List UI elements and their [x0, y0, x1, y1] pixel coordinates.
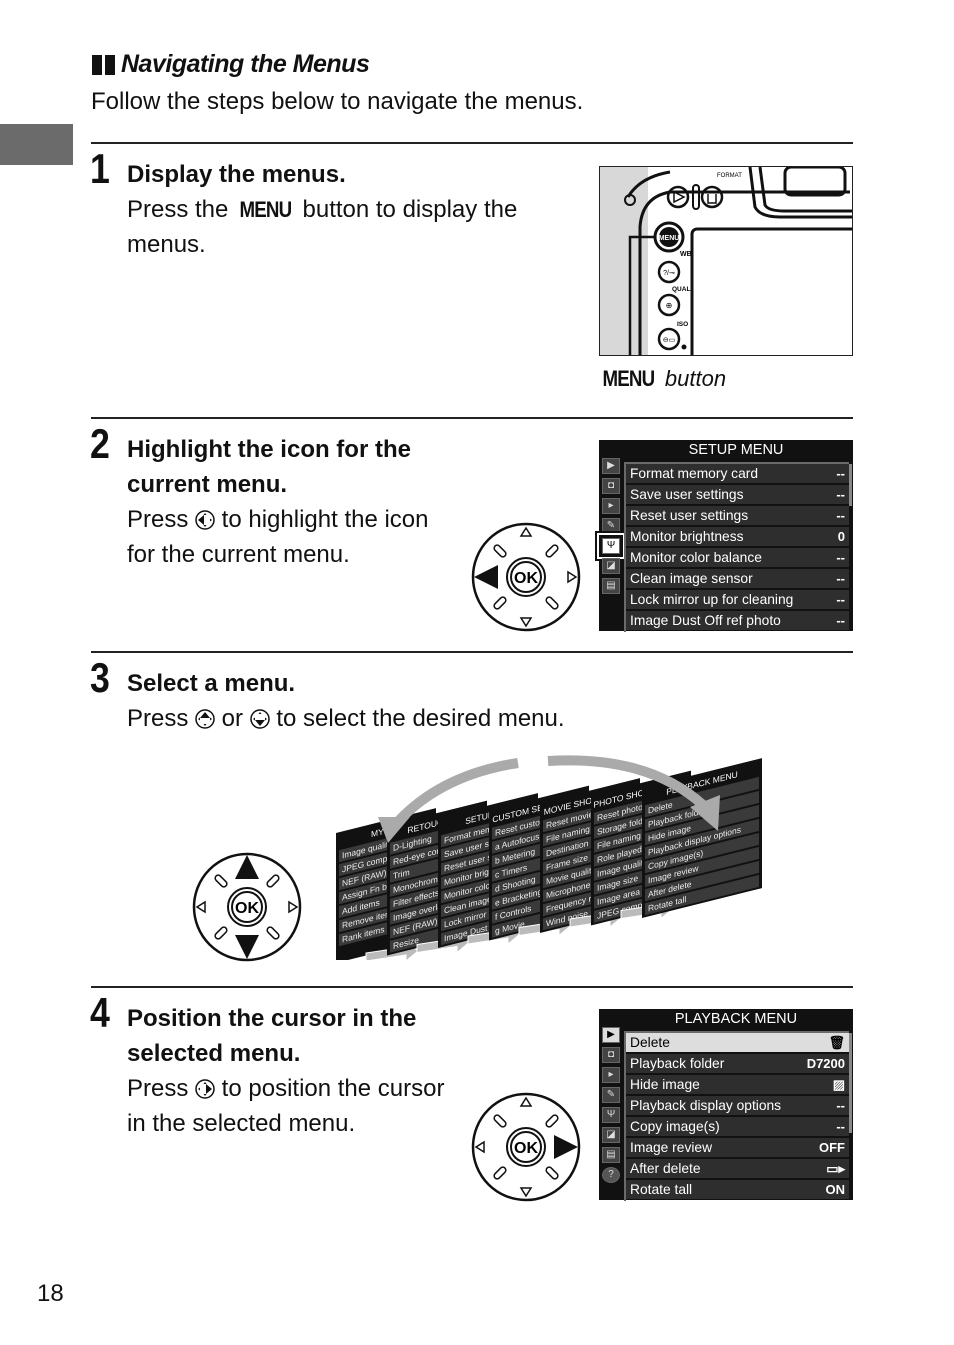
intro-text: Follow the steps below to navigate the m… — [91, 88, 584, 115]
menu-item[interactable]: Hide image ▨ — [626, 1075, 849, 1094]
ok-button-label: OK — [514, 1140, 538, 1157]
svg-text:?/⊸: ?/⊸ — [663, 270, 675, 277]
playback-tab-icon[interactable]: ▶ — [602, 458, 620, 474]
after-delete-icon: ▭▸ — [826, 1160, 845, 1176]
divider — [91, 986, 853, 988]
setup-tab-icon[interactable]: Ψ — [599, 535, 623, 557]
section-title-text: Navigating the Menus — [121, 50, 370, 78]
svg-text:ISO: ISO — [677, 321, 688, 328]
menu-item[interactable]: Playback display options -- — [626, 1096, 849, 1115]
my-menu-tab-icon[interactable]: ▤ — [602, 578, 620, 594]
ok-button-label: OK — [514, 570, 538, 587]
my-menu-tab-icon[interactable]: ▤ — [602, 1147, 620, 1163]
step-number: 1 — [90, 145, 110, 192]
svg-text:MENU: MENU — [659, 235, 680, 242]
photo-shooting-tab-icon[interactable]: ◘ — [602, 478, 620, 494]
menu-item[interactable]: Monitor color balance -- — [626, 548, 849, 567]
playback-menu-screen: PLAYBACK MENU ▶ ◘ ▸ ✎ Ψ ◪ ▤ ? Delete 🗑 Pl… — [599, 1009, 853, 1201]
step-body: Press the MENU button to display the men… — [127, 192, 567, 262]
divider — [91, 142, 853, 144]
scrollbar[interactable] — [849, 1033, 852, 1133]
step-title: Display the menus. — [127, 161, 346, 188]
menu-item[interactable]: Save user settings -- — [626, 485, 849, 504]
menu-item[interactable]: Rotate tall ON — [626, 1180, 849, 1199]
lcd-menu-title: PLAYBACK MENU — [674, 1011, 798, 1027]
delete-button-icon — [700, 185, 724, 209]
menu-item[interactable]: Clean image sensor -- — [626, 569, 849, 588]
menu-item[interactable]: Image review OFF — [626, 1138, 849, 1157]
menu-item-selected[interactable]: Delete 🗑 — [626, 1033, 849, 1052]
section-marker-icon — [92, 54, 115, 75]
ok-button-label: OK — [235, 900, 259, 917]
trash-icon: 🗑 — [828, 1034, 845, 1050]
svg-text:⊕: ⊕ — [666, 301, 673, 310]
camera-back-illustration: FORMAT MENU ?/⊸ WB ⊕ QUAL ⊖▭ ISO — [599, 166, 853, 356]
menu-tab-icons: ▶ ◘ ▸ ✎ Ψ ◪ ▤ ? — [599, 1023, 623, 1183]
page-number: 18 — [37, 1280, 64, 1307]
menu-item[interactable]: Reset user settings -- — [626, 506, 849, 525]
multi-selector-right-icon — [195, 1079, 215, 1099]
multi-selector-down-icon — [249, 709, 270, 729]
step-title: Select a menu. — [127, 670, 296, 697]
movie-tab-icon[interactable]: ▸ — [602, 1067, 620, 1083]
step-number: 2 — [90, 420, 110, 467]
svg-text:FORMAT: FORMAT — [717, 173, 742, 179]
movie-tab-icon[interactable]: ▸ — [602, 498, 620, 514]
multi-selector-up-down-pressed[interactable]: OK — [191, 852, 303, 962]
divider — [91, 417, 853, 419]
step-body: Press to position the cursor in the sele… — [127, 1075, 445, 1137]
menu-keyword: MENU — [239, 197, 293, 222]
multi-selector-right-pressed[interactable]: OK — [470, 1092, 582, 1202]
svg-text:⊖▭: ⊖▭ — [663, 337, 675, 344]
playback-tab-icon[interactable]: ▶ — [602, 1027, 620, 1043]
menu-stack-illustration: MY MENUImage qualityJPEG compressionNEF … — [336, 755, 762, 960]
step-number: 4 — [90, 989, 110, 1036]
step-number: 3 — [90, 654, 110, 701]
retouch-tab-icon[interactable]: ◪ — [602, 558, 620, 574]
menu-item[interactable]: After delete ▭▸ — [626, 1159, 849, 1178]
scrollbar[interactable] — [849, 464, 852, 506]
step-body: Press or to select the desired menu. — [127, 705, 565, 732]
section-title: Navigating the Menus — [92, 50, 370, 79]
multi-selector-left-pressed[interactable]: OK — [470, 522, 582, 632]
svg-text:QUAL: QUAL — [672, 286, 690, 293]
menu-item[interactable]: Format memory card -- — [626, 464, 849, 483]
menu-item[interactable]: Playback folder D7200 — [626, 1054, 849, 1073]
multi-selector-left-icon — [195, 510, 215, 530]
hide-image-icon: ▨ — [832, 1076, 845, 1092]
menu-item[interactable]: Copy image(s) -- — [626, 1117, 849, 1136]
menu-item[interactable]: Lock mirror up for cleaning -- — [626, 590, 849, 609]
setup-menu-screen: SETUP MENU ▶ ◘ ▸ ✎ Ψ ◪ ▤ Format memory c… — [599, 440, 853, 632]
menu-item[interactable]: Image Dust Off ref photo -- — [626, 611, 849, 630]
setup-tab-icon[interactable]: Ψ — [602, 1107, 620, 1123]
divider — [91, 651, 853, 653]
menu-item[interactable]: Monitor brightness 0 — [626, 527, 849, 546]
figure-caption: MENU button — [602, 366, 727, 391]
menu-list: Format memory card -- Save user settings -… — [624, 462, 849, 632]
step-body: Press to highlight the icon for the curr… — [127, 506, 429, 568]
menu-list: Delete 🗑 Playback folder D7200 Hide image ▨… — [624, 1031, 849, 1201]
step-title: Position the cursor in the selected menu… — [127, 1005, 417, 1067]
help-icon[interactable]: ? — [602, 1167, 620, 1183]
step-title: Highlight the icon for the current menu. — [127, 436, 411, 498]
lcd-menu-title: SETUP MENU — [688, 442, 784, 458]
multi-selector-up-icon — [195, 709, 215, 729]
chapter-tab — [0, 124, 73, 165]
menu-tab-icons: ▶ ◘ ▸ ✎ Ψ ◪ ▤ — [599, 454, 623, 594]
svg-text:WB: WB — [680, 251, 692, 258]
retouch-tab-icon[interactable]: ◪ — [602, 1127, 620, 1143]
custom-setting-tab-icon[interactable]: ✎ — [602, 1087, 620, 1103]
custom-setting-tab-icon[interactable]: ✎ — [602, 518, 620, 534]
photo-shooting-tab-icon[interactable]: ◘ — [602, 1047, 620, 1063]
